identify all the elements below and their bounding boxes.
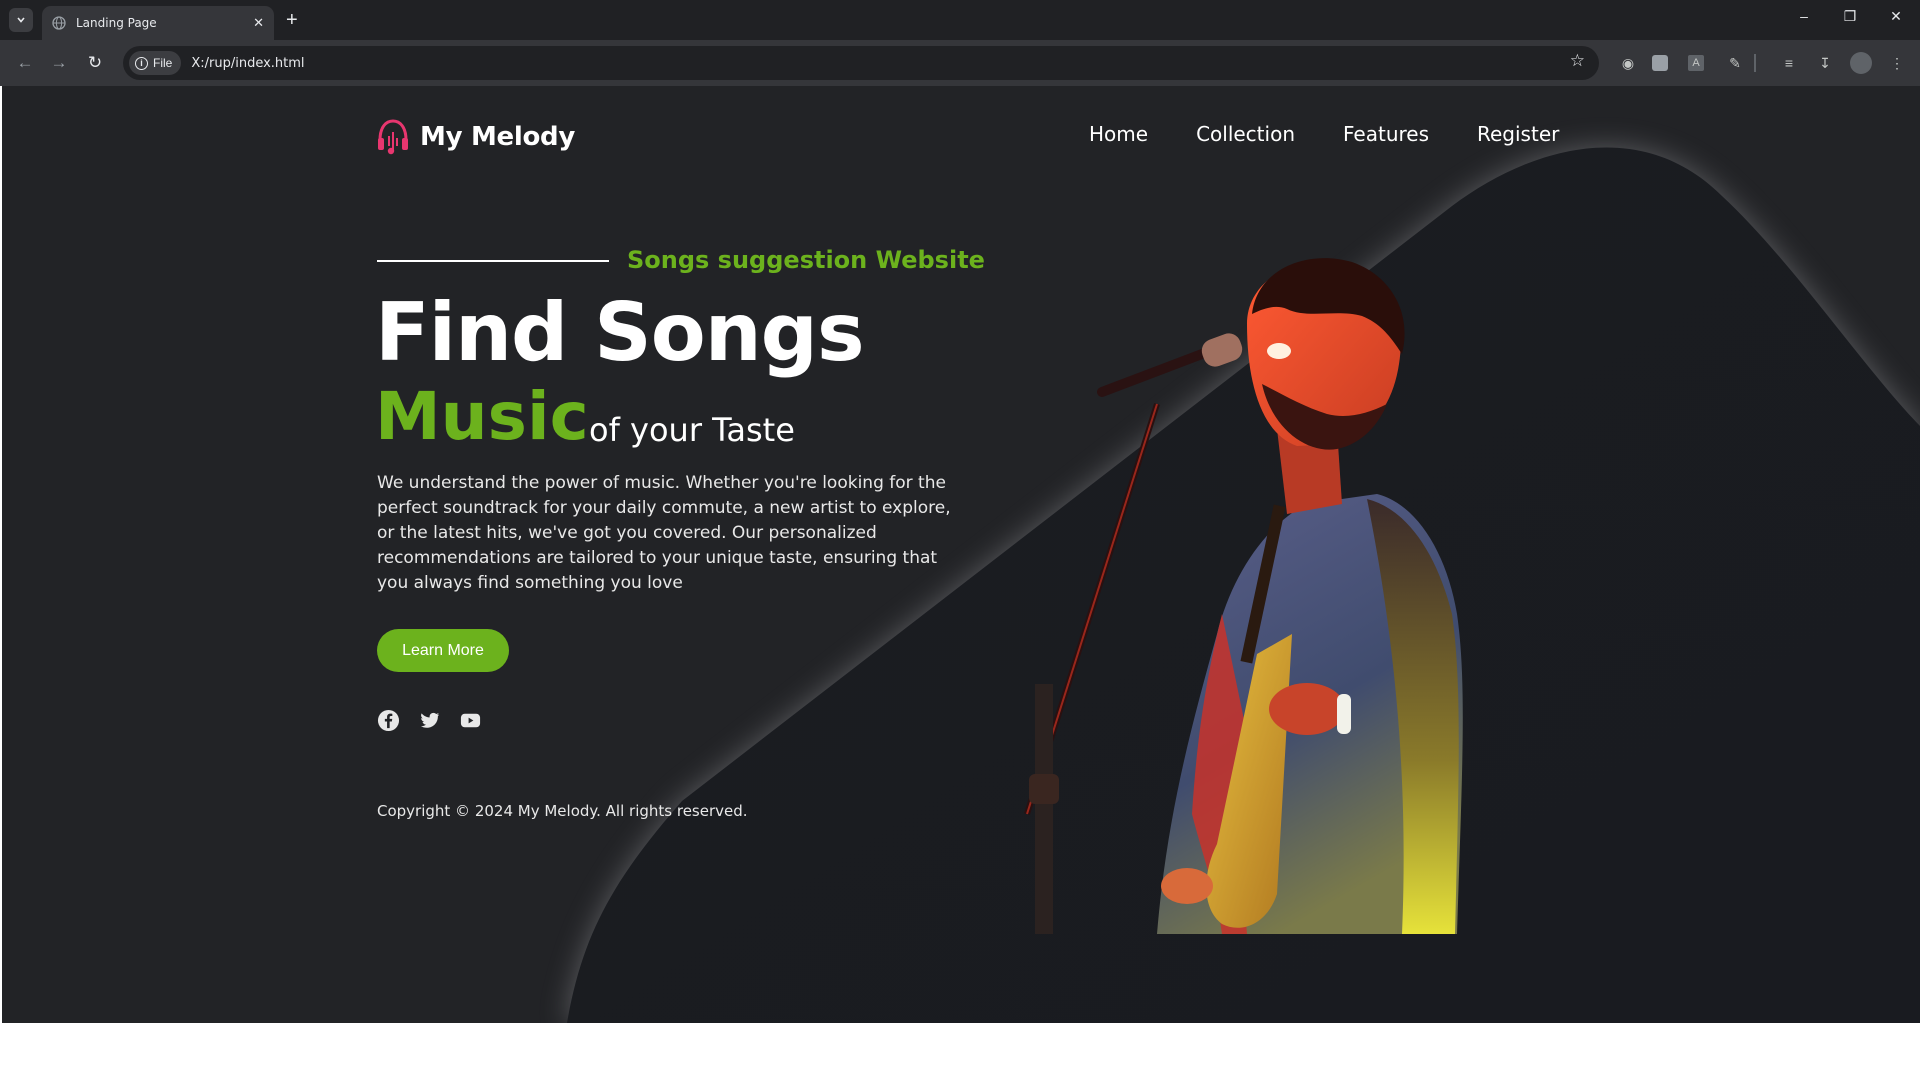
font-extension-icon[interactable]: A	[1688, 55, 1704, 71]
nav-features[interactable]: Features	[1343, 122, 1429, 146]
twitter-icon[interactable]	[418, 709, 441, 732]
screenshot-extension-icon[interactable]: ◉	[1617, 52, 1639, 74]
browser-tab[interactable]: Landing Page ✕	[42, 6, 274, 40]
hero-highlight-suffix: of your Taste	[589, 411, 795, 449]
chevron-down-icon	[17, 17, 25, 23]
youtube-icon[interactable]	[459, 709, 482, 732]
site-info-chip[interactable]: i File	[129, 51, 182, 75]
restore-button[interactable]: ❐	[1838, 8, 1862, 25]
tab-close-icon[interactable]: ✕	[253, 15, 264, 31]
learn-more-button[interactable]: Learn More	[377, 629, 509, 672]
social-links	[377, 709, 482, 732]
forward-arrow-icon[interactable]: →	[48, 52, 70, 74]
url-text[interactable]: X:/rup/index.html	[191, 56, 304, 71]
nav-collection[interactable]: Collection	[1196, 122, 1295, 146]
user-extension-icon[interactable]	[1652, 55, 1668, 71]
hero-subtitle: Songs suggestion Website	[627, 246, 985, 274]
browser-toolbar: ← → ↻ i File X:/rup/index.html ☆ ◉ A ✎ ≡…	[0, 40, 1920, 86]
main-nav: Home Collection Features Register	[1089, 122, 1559, 146]
extensions-puzzle-icon[interactable]: ✎	[1724, 52, 1746, 74]
copyright-text: Copyright © 2024 My Melody. All rights r…	[377, 802, 748, 820]
nav-register[interactable]: Register	[1477, 122, 1559, 146]
profile-avatar[interactable]	[1850, 52, 1872, 74]
reload-icon[interactable]: ↻	[84, 52, 106, 74]
hero-highlight: Music	[375, 378, 589, 455]
facebook-icon[interactable]	[377, 709, 400, 732]
headphone-music-logo-icon	[378, 119, 408, 155]
page-viewport: My Melody Home Collection Features Regis…	[2, 86, 1920, 1023]
close-window-button[interactable]: ✕	[1884, 8, 1908, 25]
nav-home[interactable]: Home	[1089, 122, 1148, 146]
hero-description: We understand the power of music. Whethe…	[377, 473, 951, 593]
toolbar-divider	[1754, 54, 1756, 72]
media-queue-icon[interactable]: ≡	[1778, 52, 1800, 74]
tab-search-button[interactable]	[9, 8, 33, 32]
page-bottom-whitespace	[0, 1023, 1920, 1080]
menu-kebab-icon[interactable]: ⋮	[1886, 52, 1908, 74]
hero-title: Find Songs	[375, 286, 865, 379]
background-wave-shape	[567, 147, 1920, 1023]
tab-title: Landing Page	[76, 16, 157, 30]
bookmark-star-icon[interactable]: ☆	[1570, 51, 1585, 71]
back-arrow-icon[interactable]: ←	[14, 52, 36, 74]
browser-tab-bar: Landing Page ✕ + – ❐ ✕	[0, 0, 1920, 40]
subtitle-divider-line	[377, 260, 609, 262]
new-tab-button[interactable]: +	[286, 8, 298, 32]
site-logo[interactable]: My Melody	[376, 118, 575, 156]
download-icon[interactable]: ↧	[1814, 52, 1836, 74]
info-icon: i	[135, 56, 148, 70]
minimize-button[interactable]: –	[1792, 8, 1816, 24]
site-info-label: File	[153, 56, 173, 70]
brand-name: My Melody	[420, 122, 576, 152]
globe-icon	[52, 16, 66, 30]
address-bar[interactable]: i File X:/rup/index.html ☆	[123, 46, 1599, 80]
singer-performing-image	[1024, 258, 1463, 934]
